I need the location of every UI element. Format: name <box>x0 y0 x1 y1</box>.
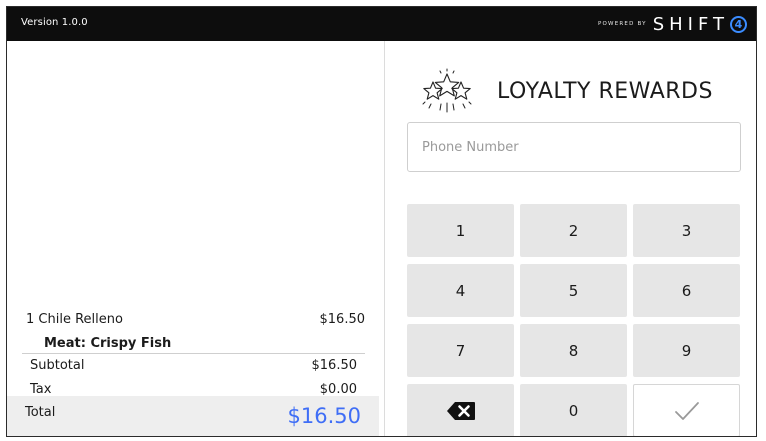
top-bar: Version 1.0.0 POWERED BY SHIFT 4 <box>7 7 756 41</box>
subtotal-label: Subtotal <box>30 358 85 373</box>
key-4[interactable]: 4 <box>407 264 514 317</box>
kiosk-window: Version 1.0.0 POWERED BY SHIFT 4 1 Chile… <box>6 6 757 437</box>
key-0[interactable]: 0 <box>520 384 627 436</box>
tax-label: Tax <box>30 382 52 397</box>
powered-by-label: POWERED BY <box>598 21 647 27</box>
key-8[interactable]: 8 <box>520 324 627 377</box>
summary-divider <box>22 353 365 354</box>
key-3[interactable]: 3 <box>633 204 740 257</box>
checkmark-icon <box>674 401 699 420</box>
item-name: 1 Chile Relleno <box>26 312 123 327</box>
loyalty-header: LOYALTY REWARDS <box>421 67 713 115</box>
stars-icon <box>422 68 472 113</box>
total-label: Total <box>25 405 56 420</box>
confirm-button[interactable] <box>633 384 740 436</box>
brand-name: SHIFT <box>652 13 729 35</box>
item-price: $16.50 <box>319 312 366 327</box>
order-summary-panel: 1 Chile Relleno $16.50 Meat: Crispy Fish… <box>7 41 379 436</box>
numeric-keypad: 1 2 3 4 5 6 7 8 9 0 <box>407 204 741 436</box>
brand-mark-icon: 4 <box>730 15 747 33</box>
tax-value: $0.00 <box>319 382 357 397</box>
key-7[interactable]: 7 <box>407 324 514 377</box>
key-1[interactable]: 1 <box>407 204 514 257</box>
backspace-icon <box>446 401 475 420</box>
key-6[interactable]: 6 <box>633 264 740 317</box>
total-value: $16.50 <box>287 404 361 428</box>
phone-number-input[interactable] <box>407 122 741 172</box>
key-9[interactable]: 9 <box>633 324 740 377</box>
item-modifier: Meat: Crispy Fish <box>44 336 172 351</box>
total-row: Total $16.50 <box>7 396 379 436</box>
loyalty-panel: LOYALTY REWARDS 1 2 3 4 5 6 7 8 9 0 <box>385 41 756 436</box>
loyalty-title: LOYALTY REWARDS <box>497 78 713 104</box>
key-2[interactable]: 2 <box>520 204 627 257</box>
backspace-button[interactable] <box>407 384 514 436</box>
brand-logo: POWERED BY SHIFT 4 <box>598 13 747 35</box>
subtotal-value: $16.50 <box>311 358 358 373</box>
key-5[interactable]: 5 <box>520 264 627 317</box>
version-label: Version 1.0.0 <box>21 17 88 28</box>
